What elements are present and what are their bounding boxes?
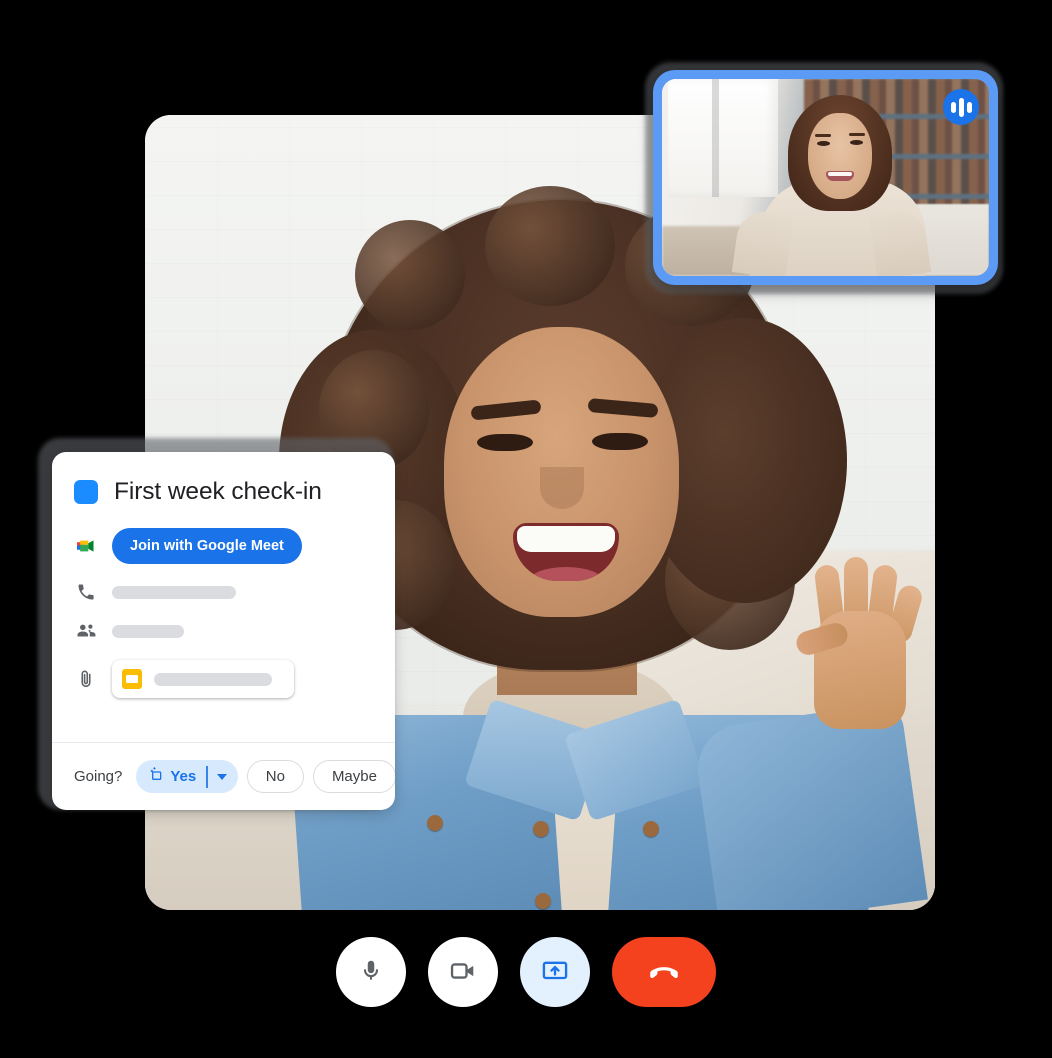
rsvp-yes-button[interactable]: Yes <box>136 760 238 793</box>
meeting-control-bar <box>0 932 1052 1012</box>
event-card-body: First week check-in Join with Google Mee… <box>52 452 395 698</box>
phone-icon <box>74 582 98 602</box>
attachment-chip[interactable] <box>112 660 294 698</box>
jacket-pocket-button <box>427 815 443 831</box>
present-screen-button[interactable] <box>520 937 590 1007</box>
raised-arm <box>692 701 928 910</box>
window-shape <box>668 79 778 197</box>
eye <box>477 434 533 451</box>
event-title: First week check-in <box>114 478 322 505</box>
microphone-icon <box>358 958 384 987</box>
pip-face-shape <box>808 113 872 199</box>
going-label: Going? <box>74 768 123 785</box>
waving-hand <box>793 555 925 730</box>
hangup-phone-icon <box>646 953 682 992</box>
join-with-google-meet-button[interactable]: Join with Google Meet <box>112 528 302 564</box>
rsvp-yes-icon <box>148 766 164 787</box>
rsvp-no-button[interactable]: No <box>246 760 304 793</box>
jacket-button <box>535 893 551 909</box>
join-row: Join with Google Meet <box>74 528 373 564</box>
microphone-button[interactable] <box>336 937 406 1007</box>
rsvp-yes-divider <box>206 765 208 788</box>
event-title-row: First week check-in <box>74 478 373 506</box>
rsvp-yes-label: Yes <box>170 768 197 785</box>
hangup-button[interactable] <box>612 937 716 1007</box>
attachment-row <box>74 660 373 698</box>
pip-eyebrow <box>849 133 865 136</box>
eye <box>592 433 648 450</box>
phone-row <box>74 582 373 602</box>
jacket-button <box>533 821 549 837</box>
jacket-pocket-button <box>643 821 659 837</box>
attachment-name-placeholder <box>154 672 272 686</box>
pip-eyebrow <box>815 134 831 137</box>
video-camera-icon <box>449 957 477 988</box>
video-call-composition: First week check-in Join with Google Mee… <box>0 0 1052 1058</box>
pip-mouth <box>826 171 854 181</box>
calendar-event-card[interactable]: First week check-in Join with Google Mee… <box>52 452 395 810</box>
present-screen-icon <box>541 957 569 988</box>
attachment-icon <box>74 669 98 689</box>
rsvp-yes-main[interactable]: Yes <box>136 760 206 793</box>
pip-video-tile[interactable] <box>653 70 998 285</box>
tongue <box>529 567 603 581</box>
rsvp-footer: Going? Yes No Maybe <box>52 742 395 810</box>
people-icon <box>74 620 98 642</box>
event-color-chip <box>74 480 98 504</box>
phone-value-placeholder <box>112 585 236 599</box>
camera-button[interactable] <box>428 937 498 1007</box>
nose-shape <box>540 467 584 509</box>
rsvp-maybe-button[interactable]: Maybe <box>312 760 395 793</box>
audio-waveform-icon <box>943 89 979 125</box>
guests-row <box>74 620 373 642</box>
pip-video-content <box>662 79 989 276</box>
guests-value-placeholder <box>112 624 184 638</box>
google-meet-icon <box>74 534 98 558</box>
teeth <box>517 526 615 552</box>
pip-eye <box>850 140 863 145</box>
caret-down-icon[interactable] <box>216 773 227 780</box>
pip-eye <box>817 141 830 146</box>
slides-file-icon <box>122 669 142 689</box>
